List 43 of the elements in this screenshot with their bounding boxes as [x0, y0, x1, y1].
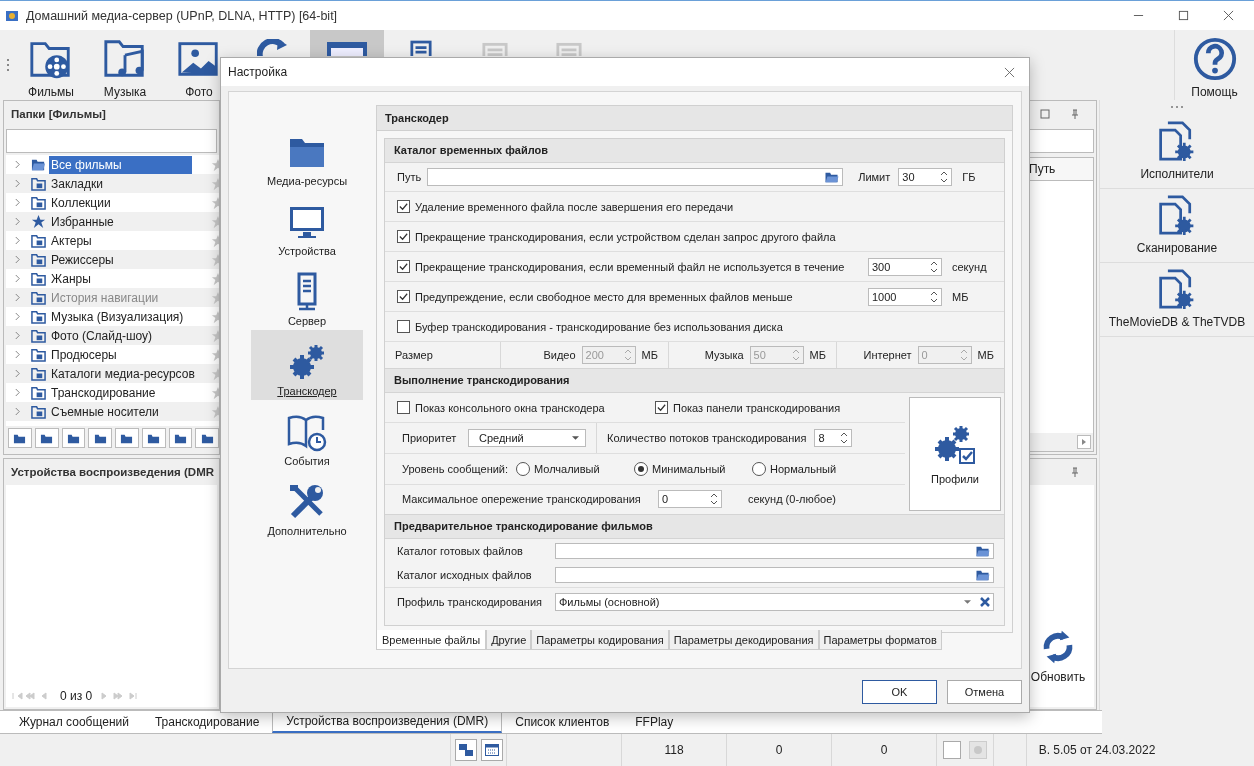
unit-label: ГБ: [962, 171, 976, 183]
window-title: Домашний медиа-сервер (UPnP, DLNA, HTTP) [64-bit]: [26, 8, 338, 23]
group-title: Каталог временных файлов: [385, 139, 1004, 163]
checkbox-label: Показ консольного окна транскодера: [415, 401, 605, 414]
unit-label: секунд: [952, 260, 988, 273]
status-count: 118: [622, 734, 727, 766]
field-label: Лимит: [858, 171, 891, 183]
field-label: Каталог готовых файлов: [397, 545, 524, 557]
field-label: Размер: [395, 349, 433, 361]
status-count: 0: [832, 734, 937, 766]
field-label: Путь: [397, 171, 422, 183]
field-label: Интернет: [863, 349, 912, 361]
field-label: Музыка: [704, 349, 744, 361]
section-title: Транскодер: [376, 105, 1013, 131]
field-label: Видео: [543, 349, 576, 361]
panel-title: Папки [Фильмы]: [10, 107, 107, 122]
group-title: Выполнение транскодирования: [385, 369, 1004, 393]
field-label: Профиль транскодирования: [397, 596, 543, 608]
version-text: В. 5.05 от 24.03.2022: [1037, 742, 1157, 759]
checkbox-label: Прекращение транскодирования, если временный файл не используется в течение: [415, 260, 846, 273]
field-label: Количество потоков транскодирования: [607, 432, 807, 445]
unit-label: МБ: [977, 349, 994, 361]
pager-count: 0 из 0: [60, 689, 93, 703]
radio-label: Нормальный: [770, 463, 837, 475]
dialog-title: Настройка: [228, 65, 288, 79]
checkbox-label: Удаление временного файла после завершения его передачи: [415, 200, 735, 213]
status-count: 0: [727, 734, 832, 766]
panel-title: Устройства воспроизведения (DMR: [10, 465, 216, 480]
field-label: Уровень сообщений:: [401, 463, 508, 475]
unit-label: МБ: [952, 290, 970, 303]
group-title: Предварительное транскодирование фильмов: [385, 515, 1004, 539]
field-label: Максимальное опережение транскодирования: [401, 493, 642, 506]
checkbox-label: Предупреждение, если свободное место для временных файлов меньше: [415, 290, 794, 303]
checkbox-label: Показ панели транскодирования: [673, 401, 841, 414]
field-label: Приоритет: [401, 432, 458, 445]
field-label: Каталог исходных файлов: [397, 569, 533, 581]
checkbox-label: Буфер транскодирования - транскодирование без использования диска: [415, 320, 784, 333]
unit-label: МБ: [809, 349, 826, 361]
unit-label: секунд (0-любое): [748, 493, 836, 506]
radio-label: Минимальный: [652, 463, 726, 475]
checkbox-label: Прекращение транскодирования, если устройством сделан запрос другого файла: [415, 230, 837, 243]
radio-label: Молчаливый: [534, 463, 600, 475]
unit-label: МБ: [641, 349, 658, 361]
